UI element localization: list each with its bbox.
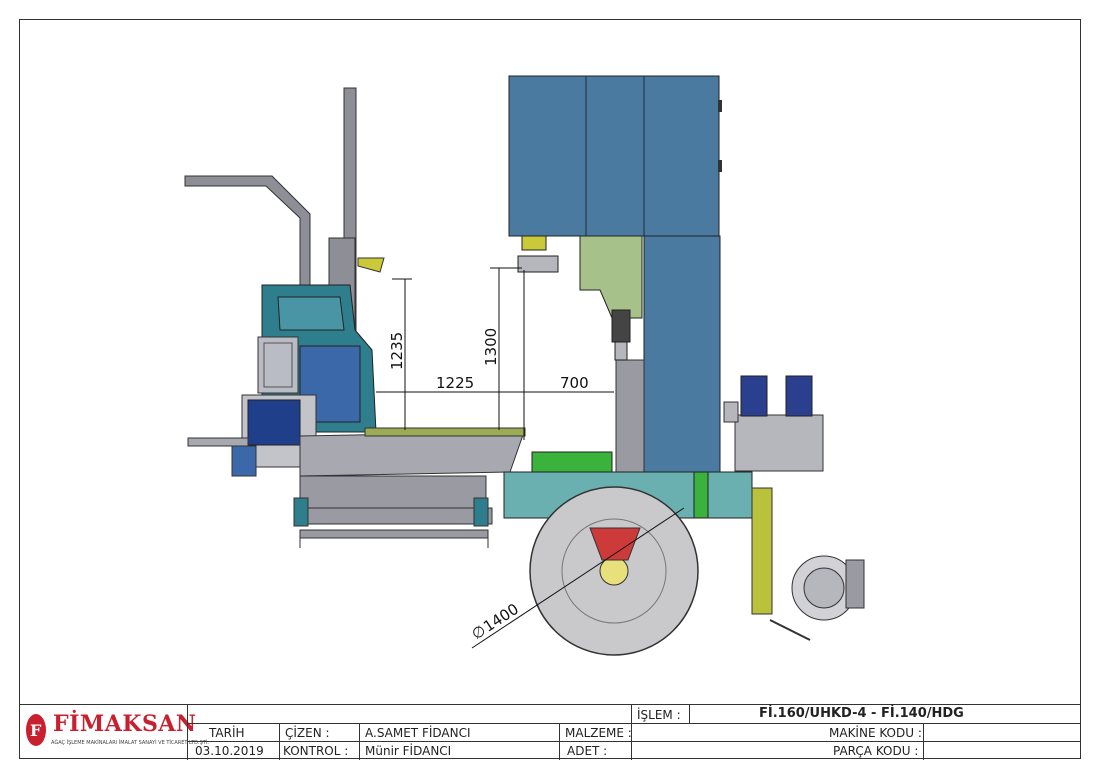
logo-text: FİMAKSAN bbox=[53, 711, 197, 737]
quantity-label: ADET : bbox=[567, 744, 608, 758]
side-pump bbox=[751, 487, 865, 641]
dimension-700: 700 bbox=[560, 374, 589, 392]
logo-subtitle: AĞAÇ İŞLEME MAKİNALARI İMALAT SANAYİ VE … bbox=[51, 740, 209, 746]
carriage-rails bbox=[293, 475, 493, 548]
yellow-clamp bbox=[357, 257, 385, 273]
machine-drawing: 1235 1300 1225 700 ∅ 1400 bbox=[184, 75, 865, 656]
drawn-by-value: A.SAMET FİDANCI bbox=[365, 726, 471, 740]
drawn-by-label: ÇİZEN : bbox=[285, 726, 330, 740]
machine-code-label: MAKİNE KODU : bbox=[829, 726, 922, 740]
date-value: 03.10.2019 bbox=[195, 744, 264, 758]
dimension-1300: 1300 bbox=[482, 328, 500, 366]
company-logo: F FİMAKSAN AĞAÇ İŞLEME MAKİNALARI İMALAT… bbox=[23, 709, 209, 755]
dimension-1225: 1225 bbox=[436, 374, 474, 392]
hydraulic-unit bbox=[723, 375, 824, 472]
title-block: F FİMAKSAN AĞAÇ İŞLEME MAKİNALARI İMALAT… bbox=[19, 704, 1081, 760]
checked-by-label: KONTROL : bbox=[283, 744, 349, 758]
drive-wheel bbox=[529, 486, 699, 656]
electrical-cabinet bbox=[508, 75, 722, 237]
process-value: Fİ.160/UHKD-4 - Fİ.140/HDG bbox=[759, 706, 964, 721]
dimension-1235: 1235 bbox=[388, 332, 406, 370]
logo-mark-icon: F bbox=[26, 714, 46, 746]
material-label: MALZEME : bbox=[565, 726, 632, 740]
process-label: İŞLEM : bbox=[637, 708, 681, 722]
checked-by-value: Münir FİDANCI bbox=[365, 744, 452, 758]
blade-head bbox=[517, 235, 643, 361]
dimension-1400: 1400 bbox=[480, 600, 522, 636]
svg-text:F: F bbox=[30, 721, 42, 740]
date-label: TARİH bbox=[209, 726, 245, 740]
feed-table bbox=[187, 427, 526, 477]
part-code-label: PARÇA KODU : bbox=[833, 744, 919, 758]
motor bbox=[257, 336, 299, 394]
